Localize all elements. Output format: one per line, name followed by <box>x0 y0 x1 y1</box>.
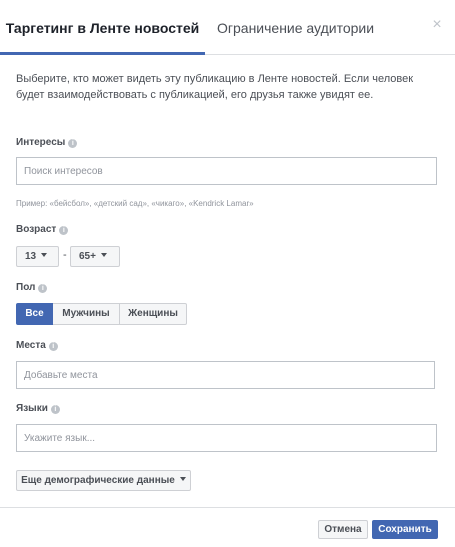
age-max-dropdown[interactable]: 65+ <box>70 246 120 267</box>
gender-option-all[interactable]: Все <box>16 303 53 325</box>
languages-input[interactable] <box>16 424 437 452</box>
age-label: Возраст <box>16 224 57 235</box>
age-min-value: 13 <box>25 251 37 262</box>
gender-option-men[interactable]: Мужчины <box>53 303 120 325</box>
languages-label-row: Языки i <box>16 403 60 414</box>
info-icon[interactable]: i <box>59 226 69 235</box>
caret-down-icon <box>100 253 107 257</box>
tab-audience-restrictions[interactable]: Ограничение аудитории <box>217 0 374 54</box>
caret-down-icon <box>41 253 48 257</box>
interests-label-row: Интересы i <box>16 137 78 148</box>
more-demographics-label: Еще демографические данные <box>21 475 175 486</box>
caret-down-icon <box>179 477 186 481</box>
interests-hint: Пример: «бейсбол», «детский сад», «чикаг… <box>16 199 254 208</box>
description-text: Выберите, кто может видеть эту публикаци… <box>16 73 414 101</box>
more-demographics-button[interactable]: Еще демографические данные <box>16 470 191 491</box>
gender-selector: Все Мужчины Женщины <box>16 303 187 325</box>
age-label-row: Возраст i <box>16 224 69 235</box>
gender-label-row: Пол i <box>16 282 48 293</box>
locations-input[interactable] <box>16 361 435 389</box>
locations-label-row: Места i <box>16 340 58 351</box>
age-max-value: 65+ <box>79 251 96 262</box>
locations-label: Места <box>16 340 46 351</box>
save-button[interactable]: Сохранить <box>372 520 438 539</box>
info-icon[interactable]: i <box>48 342 58 351</box>
cancel-button[interactable]: Отмена <box>318 520 368 539</box>
languages-label: Языки <box>16 403 48 414</box>
age-range-separator: - <box>63 249 67 261</box>
tab-news-feed-targeting[interactable]: Таргетинг в Ленте новостей <box>0 0 205 55</box>
info-icon[interactable]: i <box>38 284 48 293</box>
age-min-dropdown[interactable]: 13 <box>16 246 59 267</box>
footer-divider <box>0 507 455 508</box>
close-icon[interactable]: × <box>429 17 445 33</box>
interests-label: Интересы <box>16 137 66 148</box>
gender-option-women[interactable]: Женщины <box>120 303 187 325</box>
interests-search-input[interactable] <box>16 157 437 185</box>
targeting-dialog: Таргетинг в Ленте новостей Ограничение а… <box>0 0 455 547</box>
gender-label: Пол <box>16 282 36 293</box>
info-icon[interactable]: i <box>68 139 78 148</box>
info-icon[interactable]: i <box>50 405 60 414</box>
tab-bar: Таргетинг в Ленте новостей Ограничение а… <box>0 0 455 55</box>
